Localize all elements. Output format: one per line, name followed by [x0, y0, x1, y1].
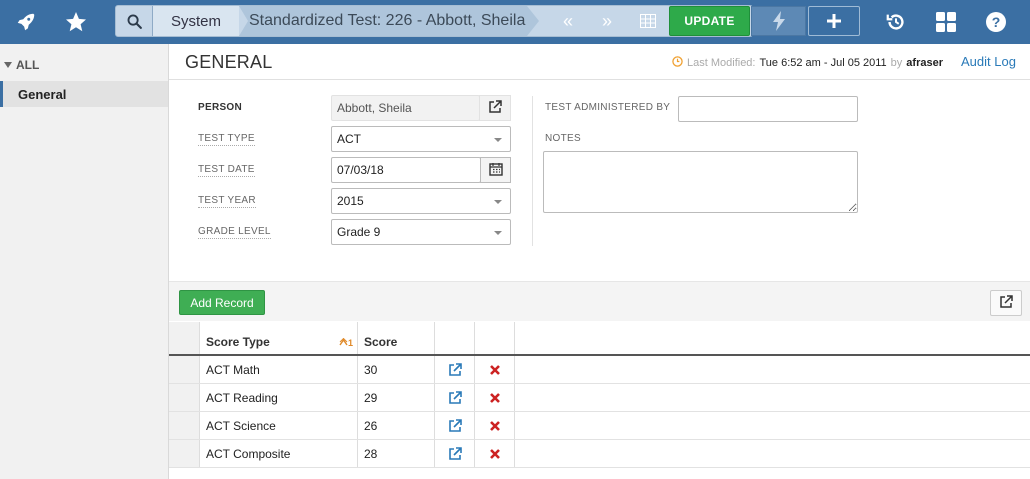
- rocket-icon[interactable]: [10, 0, 42, 44]
- history-icon[interactable]: [880, 0, 912, 44]
- search-icon[interactable]: [116, 6, 153, 36]
- chevron-down-icon: [494, 200, 502, 204]
- table-row: ACT Science 26: [169, 412, 1030, 440]
- grade-level-label: GRADE LEVEL: [198, 226, 271, 239]
- date-picker-button[interactable]: [480, 157, 511, 183]
- table-row: ACT Reading 29: [169, 384, 1030, 412]
- notes-label: NOTES: [545, 133, 581, 144]
- score-type-cell: ACT Science: [200, 412, 358, 439]
- row-gutter: [169, 440, 200, 467]
- help-icon[interactable]: ?: [980, 0, 1012, 44]
- person-field: Abbott, Sheila: [331, 95, 480, 121]
- row-gutter-header: [169, 322, 200, 354]
- chevron-down-icon: [494, 138, 502, 142]
- test-year-value: 2015: [337, 194, 364, 208]
- open-person-button[interactable]: [479, 95, 511, 121]
- open-record-icon[interactable]: [435, 384, 475, 411]
- popout-button[interactable]: [990, 290, 1022, 316]
- score-type-cell: ACT Math: [200, 356, 358, 383]
- test-date-input[interactable]: 07/03/18: [331, 157, 481, 183]
- score-type-header-label: Score Type: [206, 335, 270, 349]
- column-header-score-type[interactable]: Score Type 1: [200, 322, 358, 354]
- score-type-cell: ACT Reading: [200, 384, 358, 411]
- plus-icon[interactable]: [808, 6, 860, 36]
- delete-record-icon[interactable]: [475, 356, 515, 383]
- clock-icon: [672, 56, 683, 70]
- page-title: GENERAL: [185, 52, 273, 72]
- test-type-value: ACT: [337, 132, 361, 146]
- header-divider: [169, 79, 1030, 80]
- add-record-button[interactable]: Add Record: [179, 290, 265, 315]
- delete-record-icon[interactable]: [475, 440, 515, 467]
- sidebar: ALL General: [0, 44, 169, 479]
- open-record-icon[interactable]: [435, 356, 475, 383]
- open-record-icon[interactable]: [435, 412, 475, 439]
- test-type-label: TEST TYPE: [198, 133, 255, 146]
- column-header-score[interactable]: Score: [358, 322, 435, 354]
- open-record-icon[interactable]: [435, 440, 475, 467]
- delete-record-icon[interactable]: [475, 412, 515, 439]
- score-cell: 30: [358, 356, 435, 383]
- top-navigation-bar: System Standardized Test: 226 - Abbott, …: [0, 0, 1030, 44]
- score-cell: 26: [358, 412, 435, 439]
- test-type-select[interactable]: ACT: [331, 126, 511, 152]
- score-cell: 28: [358, 440, 435, 467]
- column-header-delete: [475, 322, 515, 354]
- administered-by-input[interactable]: [678, 96, 858, 122]
- score-type-cell: ACT Composite: [200, 440, 358, 467]
- audit-log-link[interactable]: Audit Log: [961, 54, 1016, 69]
- sort-ascending-icon: 1: [339, 337, 353, 348]
- form-column-divider: [532, 96, 533, 246]
- test-year-label: TEST YEAR: [198, 195, 256, 208]
- sidebar-all-label: ALL: [16, 58, 40, 72]
- last-modified-label: Last Modified:: [687, 57, 756, 69]
- notes-textarea[interactable]: [543, 151, 858, 213]
- caret-down-icon: [4, 62, 12, 68]
- row-gutter: [169, 356, 200, 383]
- modified-by-user: afraser: [906, 57, 943, 69]
- bolt-icon[interactable]: [751, 6, 806, 36]
- column-header-open: [435, 322, 475, 354]
- test-date-label: TEST DATE: [198, 164, 255, 177]
- apps-icon[interactable]: [930, 0, 962, 44]
- row-gutter: [169, 384, 200, 411]
- external-link-icon: [488, 99, 502, 117]
- test-year-select[interactable]: 2015: [331, 188, 511, 214]
- table-row: ACT Composite 28: [169, 440, 1030, 468]
- row-gutter: [169, 412, 200, 439]
- administered-by-label: TEST ADMINISTERED BY: [545, 102, 671, 113]
- update-button[interactable]: UPDATE: [669, 6, 750, 36]
- record-title: Standardized Test: 226 - Abbott, Sheila: [239, 6, 539, 36]
- delete-record-icon[interactable]: [475, 384, 515, 411]
- person-label: PERSON: [198, 102, 243, 113]
- table-header: Score Type 1 Score: [169, 322, 1030, 356]
- last-modified-info: Last Modified: Tue 6:52 am - Jul 05 2011…: [672, 56, 943, 70]
- external-link-icon: [999, 294, 1013, 312]
- calendar-icon: [488, 162, 503, 179]
- by-label: by: [890, 57, 903, 69]
- next-record-button[interactable]: »: [588, 6, 626, 36]
- grade-level-value: Grade 9: [337, 225, 381, 239]
- previous-record-button[interactable]: «: [549, 6, 587, 36]
- sort-rank: 1: [347, 338, 353, 348]
- grid-icon[interactable]: [629, 6, 667, 36]
- chevron-down-icon: [494, 231, 502, 235]
- sidebar-all-toggle[interactable]: ALL: [4, 58, 39, 72]
- score-cell: 29: [358, 384, 435, 411]
- star-icon[interactable]: [60, 0, 92, 44]
- grade-level-select[interactable]: Grade 9: [331, 219, 511, 245]
- table-row: ACT Math 30: [169, 356, 1030, 384]
- breadcrumb: System Standardized Test: 226 - Abbott, …: [115, 5, 753, 37]
- last-modified-value: Tue 6:52 am - Jul 05 2011: [759, 57, 887, 69]
- sidebar-item-general[interactable]: General: [0, 81, 168, 107]
- svg-text:?: ?: [992, 14, 1001, 30]
- records-toolbar: [169, 281, 1030, 321]
- breadcrumb-system[interactable]: System: [153, 6, 239, 36]
